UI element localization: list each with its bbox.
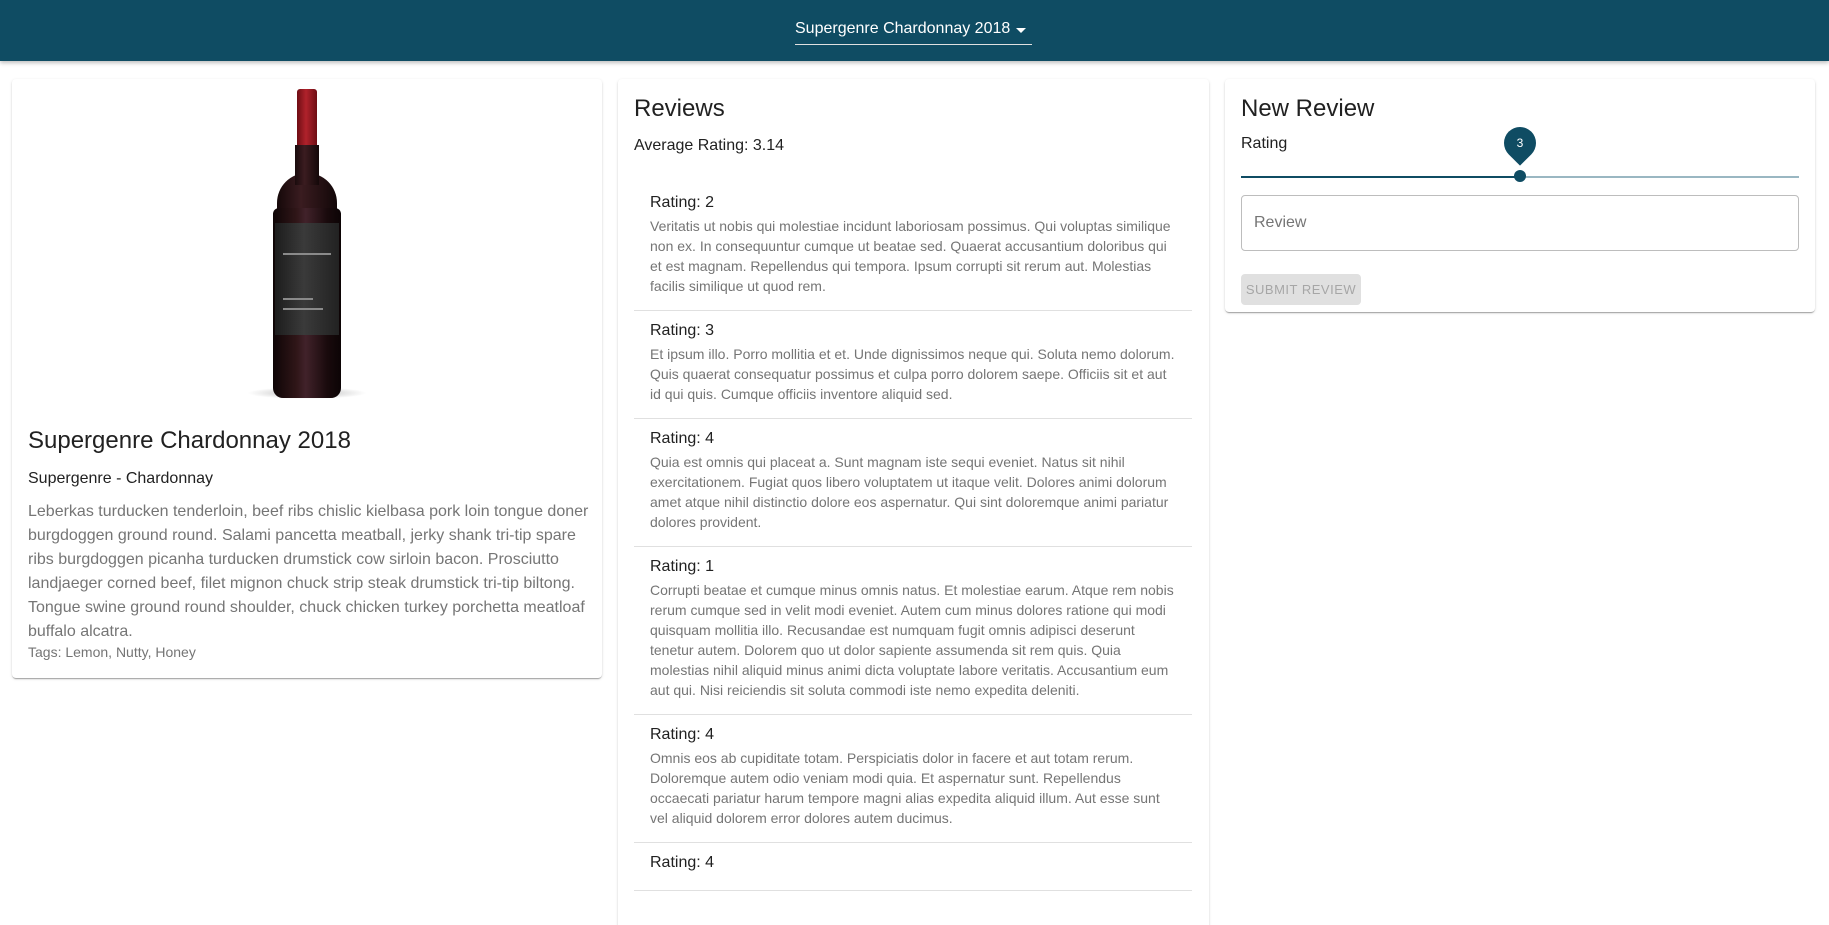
- rating-value: 3: [1516, 136, 1524, 150]
- review-rating: Rating: 4: [650, 854, 715, 871]
- wine-description: Leberkas turducken tenderloin, beef ribs…: [28, 503, 589, 640]
- new-review-heading: New Review: [1241, 95, 1375, 122]
- review-rating: Rating: 4: [650, 726, 715, 743]
- rating-slider-thumb[interactable]: [1514, 170, 1526, 182]
- review-list: Rating: 2 Veritatis ut nobis qui molesti…: [634, 183, 1192, 891]
- review-item: Rating: 4 Quia est omnis qui placeat a. …: [634, 419, 1192, 547]
- rating-label: Rating: [1241, 135, 1288, 152]
- review-text: Quia est omnis qui placeat a. Sunt magna…: [650, 454, 1169, 530]
- new-review-card: New Review Rating 3 SUBMIT REVIEW: [1225, 79, 1815, 312]
- review-text: Veritatis ut nobis qui molestiae incidun…: [650, 218, 1171, 294]
- rating-slider-fill: [1241, 176, 1520, 178]
- review-rating: Rating: 4: [650, 430, 715, 447]
- review-item: Rating: 2 Veritatis ut nobis qui molesti…: [634, 183, 1192, 311]
- review-rating: Rating: 2: [650, 194, 715, 211]
- wine-subtitle: Supergenre - Chardonnay: [28, 470, 214, 487]
- review-rating: Rating: 3: [650, 322, 715, 339]
- submit-review-button[interactable]: SUBMIT REVIEW: [1241, 274, 1361, 305]
- reviews-card[interactable]: Reviews Average Rating: 3.14 Rating: 2 V…: [618, 79, 1209, 925]
- review-text: Omnis eos ab cupiditate totam. Perspicia…: [650, 750, 1160, 826]
- review-item: Rating: 3 Et ipsum illo. Porro mollitia …: [634, 311, 1192, 419]
- reviews-heading: Reviews: [634, 95, 725, 122]
- wine-select-value: Supergenre Chardonnay 2018: [795, 20, 1011, 37]
- review-item: Rating: 1 Corrupti beatae et cumque minu…: [634, 547, 1192, 715]
- wine-tags: Tags: Lemon, Nutty, Honey: [28, 644, 196, 660]
- review-text: Et ipsum illo. Porro mollitia et et. Und…: [650, 346, 1175, 402]
- rating-value-bubble: 3: [1497, 120, 1543, 166]
- review-rating: Rating: 1: [650, 558, 715, 575]
- review-text: Corrupti beatae et cumque minus omnis na…: [650, 582, 1174, 698]
- wine-title: Supergenre Chardonnay 2018: [28, 427, 351, 454]
- review-item: Rating: 4: [634, 843, 1192, 891]
- average-rating: Average Rating: 3.14: [634, 137, 785, 154]
- wine-details-card: Supergenre Chardonnay 2018 Supergenre - …: [12, 79, 602, 678]
- app-bar: Supergenre Chardonnay 2018: [0, 0, 1829, 61]
- wine-bottle-image: [237, 83, 377, 403]
- review-item: Rating: 4 Omnis eos ab cupiditate totam.…: [634, 715, 1192, 843]
- review-input[interactable]: [1241, 195, 1799, 251]
- caret-down-icon: [1016, 28, 1026, 33]
- wine-select-dropdown[interactable]: Supergenre Chardonnay 2018: [795, 18, 1032, 45]
